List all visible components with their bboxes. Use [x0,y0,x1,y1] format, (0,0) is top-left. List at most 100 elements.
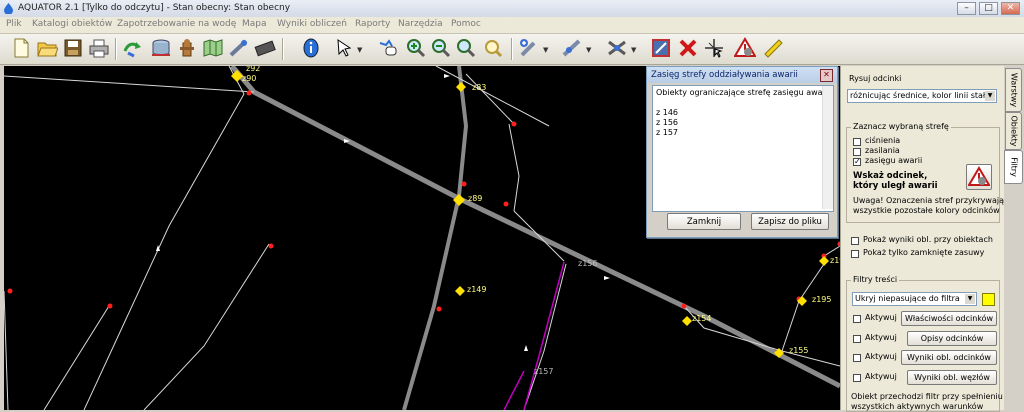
pick-failure-button[interactable] [966,164,992,190]
scrollbar[interactable] [822,86,833,209]
activate-filter-checkbox[interactable] [853,374,861,382]
menu-pomoc[interactable]: Pomoc [451,19,481,29]
maximize-button[interactable]: □ [979,2,998,15]
open-folder-icon[interactable] [36,37,58,59]
chevron-down-icon[interactable]: ▼ [543,46,548,54]
toolbar-separator [282,38,284,60]
zone-pressure-checkbox[interactable] [853,138,861,146]
move-object-icon[interactable] [650,37,672,59]
chevron-down-icon: ▼ [965,294,975,304]
chevron-down-icon[interactable]: ▼ [357,46,362,54]
failure-instruction-1: Wskaż odcinek, [853,171,928,181]
new-document-icon[interactable] [10,37,32,59]
database-icon[interactable] [150,37,172,59]
tab-warstwy[interactable]: Warstwy [1005,68,1022,112]
dialog-close-button[interactable]: Zamknij [667,213,741,230]
node [461,181,467,187]
save-icon[interactable] [62,37,84,59]
filters-panel: Rysuj odcinki różnicując średnice, kolor… [840,66,1005,412]
zone-failure-label: zasięgu awarii [865,156,923,165]
map-node-label: z92 [246,66,261,73]
menu-wyniki-obliczen[interactable]: Wyniki obliczeń [277,19,347,29]
failure-instruction-2: który uległ awarii [853,181,938,191]
dialog-results-box[interactable]: Obiekty ograniczające strefę zasięgu awa… [652,85,834,212]
add-pipe-icon[interactable] [561,37,583,59]
activate-filter-label: Aktywuj [865,372,897,381]
pan-hand-icon[interactable] [378,37,400,59]
pipe-results-button[interactable]: Wyniki obl. odcinków [901,350,997,365]
failure-zone-icon[interactable] [734,37,756,59]
activate-filter-checkbox[interactable] [853,354,861,362]
minimize-button[interactable]: – [957,2,976,15]
pipe-descriptions-button[interactable]: Opisy odcinków [907,331,997,346]
node [503,201,509,207]
zone-failure-checkbox[interactable]: ✓ [853,158,861,166]
activate-filter-label: Aktywuj [865,313,897,322]
measure-ruler-icon[interactable] [762,37,784,59]
print-icon[interactable] [88,37,110,59]
pipe [43,305,110,410]
keyboard-icon[interactable] [254,37,276,59]
pipe [781,300,800,352]
close-window-button[interactable]: ✕ [1001,2,1020,15]
menu-narzedzia[interactable]: Narzędzia [398,19,443,29]
map-node-label: z19 [830,256,840,265]
dialog-close-icon[interactable]: ✕ [820,69,833,82]
map-node-label: z90 [242,74,257,83]
activate-filter-checkbox[interactable] [853,315,861,323]
map-node-label: z83 [472,83,487,92]
zoom-extent-icon[interactable] [455,37,477,59]
tab-filtry[interactable]: Filtry [1004,150,1023,184]
zoom-in-icon[interactable] [405,37,427,59]
filter-mode-select[interactable]: Ukryj niepasujące do filtra ▼ [852,292,977,306]
menu-mapa[interactable]: Mapa [242,19,267,29]
menu-plik[interactable]: Plik [6,19,22,29]
toolbar-separator [511,38,513,60]
add-node-icon[interactable] [518,37,540,59]
menu-bar: Plik Katalogi obiektów Zapotrzebowanie n… [0,17,1024,34]
save-to-file-button[interactable]: Zapisz do pliku [751,213,829,230]
draw-mode-select[interactable]: różnicując średnice, kolor linii stały ▼ [847,89,997,103]
chevron-down-icon[interactable]: ▼ [631,46,636,54]
show-closed-valves-checkbox[interactable] [851,250,859,258]
activate-filter-checkbox[interactable] [853,335,861,343]
show-results-checkbox[interactable] [851,237,859,245]
pipe-network-icon[interactable] [228,37,250,59]
show-results-label: Pokaż wyniki obl. przy obiektach [863,235,993,244]
filter-footer-line-1: Obiekt przechodzi filtr przy spełnieniu [851,392,1003,401]
export-icon[interactable] [122,37,144,59]
failure-zone-dialog: Zasięg strefy oddziaływania awarii ✕ Obi… [646,66,838,238]
hydrant-icon[interactable] [176,37,198,59]
info-icon[interactable] [300,37,322,59]
dialog-header[interactable]: Zasięg strefy oddziaływania awarii ✕ [647,67,837,83]
delete-icon[interactable] [677,37,699,59]
edit-network-icon[interactable] [606,37,628,59]
map-node-label: z89 [468,194,483,203]
list-item: z 146 [656,108,679,117]
menu-raporty[interactable]: Raporty [355,19,390,29]
pipe-properties-button[interactable]: Właściwości odcinków [901,311,997,326]
node [7,288,13,294]
flow-arrow [524,345,528,351]
zone-supply-checkbox[interactable] [853,148,861,156]
menu-zapotrzebowanie[interactable]: Zapotrzebowanie na wodę [117,19,236,29]
chevron-down-icon[interactable]: ▼ [586,46,591,54]
map-icon[interactable] [202,37,224,59]
pipe [435,66,550,127]
tab-obiekty[interactable]: Obiekty [1005,112,1022,150]
select-pointer-icon[interactable] [334,37,356,59]
pipe [4,75,255,93]
map-node-label: z155 [789,346,809,355]
map-node-label: z157 [534,367,554,376]
split-pipe-icon[interactable] [703,37,725,59]
pipe [465,73,515,125]
node-results-button[interactable]: Wyniki obl. węzłów [907,370,997,385]
menu-katalogi-obiektow[interactable]: Katalogi obiektów [32,19,112,29]
map-node-label: z195 [812,295,832,304]
map-node-label: z154 [692,314,712,323]
zoom-out-icon[interactable] [430,37,452,59]
flow-arrow [444,74,450,78]
fill-color-swatch[interactable] [982,293,995,306]
zoom-window-icon[interactable] [482,37,504,59]
zone-group-label: Zaznacz wybraną strefę [851,122,951,131]
